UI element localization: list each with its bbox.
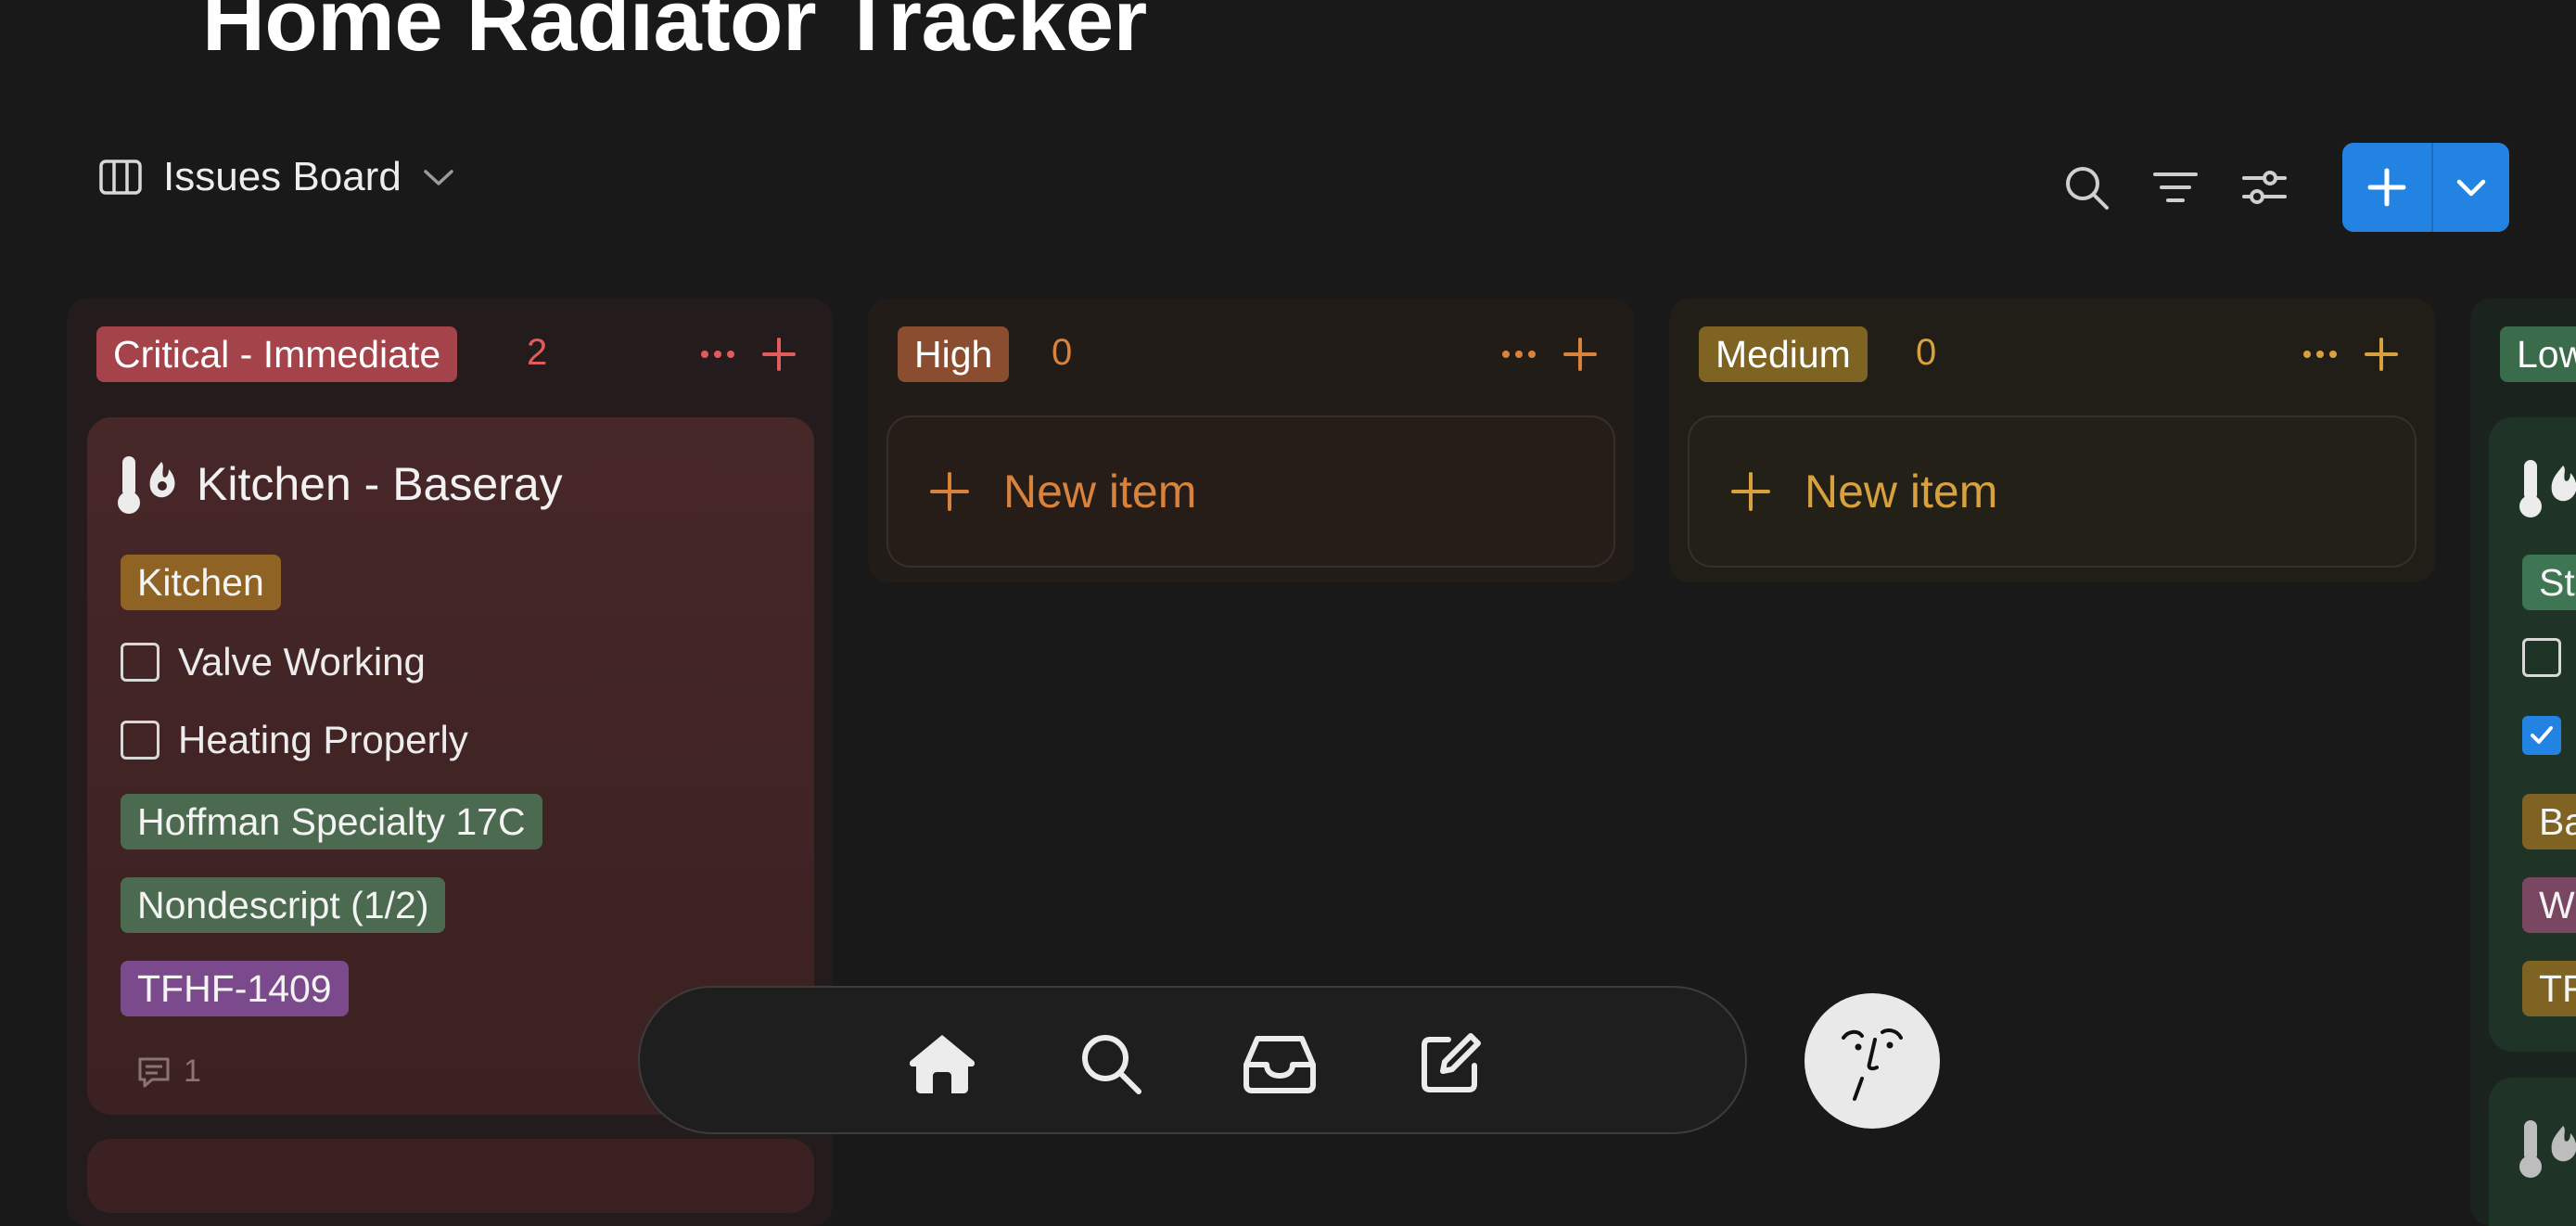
face-icon xyxy=(1842,1028,1903,1101)
check-valve-working[interactable]: Valve Working xyxy=(121,640,426,684)
plus-icon[interactable] xyxy=(751,326,807,382)
filter-icon[interactable] xyxy=(2149,161,2201,213)
comment-number: 1 xyxy=(184,1054,201,1089)
tag: Ba xyxy=(2522,794,2576,849)
tag: W xyxy=(2522,877,2576,933)
column-low: Low St Ba W TF xyxy=(2470,299,2576,1226)
comment-icon xyxy=(138,1057,170,1087)
column-title[interactable]: Medium xyxy=(1699,326,1868,382)
thermometer-flame-icon xyxy=(2519,460,2576,517)
checkbox[interactable] xyxy=(121,643,159,682)
column-medium: Medium 0 New item xyxy=(1669,299,2435,582)
tag-location: Kitchen xyxy=(121,555,281,610)
new-split-button xyxy=(2342,143,2509,232)
new-item-button[interactable]: New item xyxy=(1688,415,2417,568)
new-item-label: New item xyxy=(1003,466,1197,517)
column-header: High 0 xyxy=(868,299,1634,408)
column-header: Medium 0 xyxy=(1669,299,2435,408)
card-title-row: Kitchen - Baseray xyxy=(113,451,563,517)
chevron-down-icon xyxy=(424,170,453,185)
tag-location: St xyxy=(2522,555,2576,610)
new-item-button[interactable]: New item xyxy=(886,415,1615,568)
plus-icon xyxy=(930,472,969,511)
page-title: Home Radiator Tracker xyxy=(202,0,1147,69)
column-count: 0 xyxy=(1052,332,1073,373)
plus-icon xyxy=(2367,168,2406,207)
new-button[interactable] xyxy=(2342,143,2431,232)
thermometer-flame-icon xyxy=(2519,1120,2576,1178)
tag-type: Nondescript (1/2) xyxy=(121,877,446,933)
check-heating-properly[interactable]: Heating Properly xyxy=(121,718,468,762)
check-icon xyxy=(2531,726,2553,744)
settings-sliders-icon[interactable] xyxy=(2238,161,2290,213)
search-icon[interactable] xyxy=(2060,161,2112,213)
column-header: Critical - Immediate 2 xyxy=(67,299,833,408)
assistant-avatar[interactable] xyxy=(1804,993,1940,1129)
column-count: 2 xyxy=(527,332,548,373)
tag: TF xyxy=(2522,961,2576,1016)
view-name: Issues Board xyxy=(163,154,402,199)
plus-icon[interactable] xyxy=(2353,326,2409,382)
new-item-label: New item xyxy=(1804,466,1998,517)
chevron-down-icon xyxy=(2456,179,2486,197)
check-label: Heating Properly xyxy=(178,718,468,761)
more-icon[interactable] xyxy=(690,326,746,382)
home-icon xyxy=(909,1035,976,1093)
nav-home[interactable] xyxy=(905,1027,979,1101)
tag-part-number: TFHF-1409 xyxy=(121,961,349,1016)
nav-inbox[interactable] xyxy=(1243,1027,1317,1101)
column-count: 0 xyxy=(1916,332,1937,373)
thermometer-flame-icon xyxy=(118,456,175,514)
check-label: Valve Working xyxy=(178,640,426,683)
search-icon xyxy=(1082,1035,1141,1094)
board-view-icon xyxy=(99,160,142,195)
column-title[interactable]: High xyxy=(898,326,1010,382)
board-card[interactable] xyxy=(87,1139,814,1213)
board-card[interactable]: St Ba W TF xyxy=(2489,417,2576,1052)
plus-icon[interactable] xyxy=(1552,326,1608,382)
column-title[interactable]: Low xyxy=(2500,326,2576,382)
inbox-icon xyxy=(1243,1036,1316,1093)
view-switcher[interactable]: Issues Board xyxy=(98,154,455,200)
checkbox-checked[interactable] xyxy=(2522,716,2561,755)
plus-icon xyxy=(1731,472,1770,511)
column-title[interactable]: Critical - Immediate xyxy=(96,326,458,382)
new-dropdown-button[interactable] xyxy=(2433,143,2509,232)
tag-model: Hoffman Specialty 17C xyxy=(121,794,542,849)
bottom-nav xyxy=(638,986,1747,1134)
board-card[interactable] xyxy=(2489,1078,2576,1226)
more-icon[interactable] xyxy=(1491,326,1547,382)
checkbox[interactable] xyxy=(121,721,159,760)
card-title: Kitchen - Baseray xyxy=(197,458,563,510)
column-high: High 0 New item xyxy=(868,299,1634,582)
checkbox[interactable] xyxy=(2522,638,2561,677)
nav-compose[interactable] xyxy=(1413,1027,1487,1101)
comment-count[interactable]: 1 xyxy=(135,1054,201,1090)
compose-icon xyxy=(1422,1033,1481,1092)
more-icon[interactable] xyxy=(2292,326,2348,382)
nav-search[interactable] xyxy=(1074,1027,1148,1101)
